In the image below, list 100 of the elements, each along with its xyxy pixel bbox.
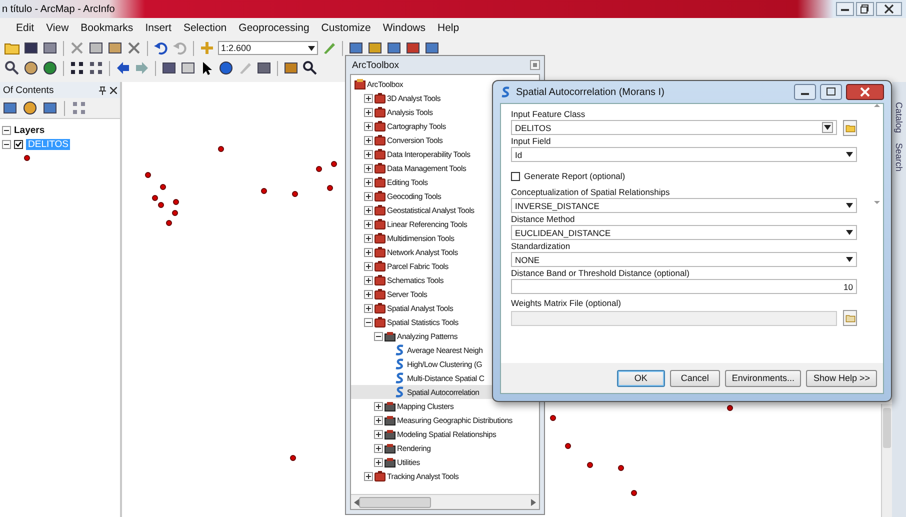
- feature-class-dropdown[interactable]: DELITOS: [511, 120, 837, 135]
- panel-title: Of Contents: [3, 84, 55, 96]
- scrollbar[interactable]: [873, 104, 881, 204]
- map-point: [166, 220, 172, 226]
- toolset-icon: [384, 442, 396, 454]
- map-point: [550, 415, 556, 421]
- menu-item[interactable]: Insert: [139, 20, 178, 36]
- expand-icon[interactable]: [364, 234, 373, 242]
- expand-icon[interactable]: [364, 164, 373, 172]
- find-icon[interactable]: [302, 60, 318, 76]
- script-tool-icon: [394, 372, 406, 384]
- back-icon[interactable]: [115, 60, 131, 76]
- field-label: Distance Band or Threshold Distance (optional): [511, 268, 690, 279]
- expand-icon[interactable]: [374, 444, 383, 452]
- expand-icon[interactable]: [364, 178, 373, 186]
- map-point: [565, 443, 571, 449]
- map-point: [218, 146, 224, 152]
- expand-icon[interactable]: [364, 220, 373, 228]
- restore-icon[interactable]: [856, 2, 874, 16]
- dropdown-icon[interactable]: [846, 203, 853, 208]
- scrollbar[interactable]: [351, 494, 539, 509]
- menu-item[interactable]: View: [40, 20, 75, 36]
- fixed-zoom-icon[interactable]: [88, 60, 104, 76]
- menu-item[interactable]: Help: [432, 20, 466, 36]
- browse-button[interactable]: [843, 120, 857, 136]
- window-title: ArcToolbox: [352, 60, 399, 70]
- minimize-icon[interactable]: [836, 2, 854, 16]
- dialog-button[interactable]: Cancel: [670, 370, 720, 386]
- field-label: Standardization: [511, 241, 572, 252]
- toolset-icon: [384, 428, 396, 440]
- field-label: Input Feature Class: [511, 109, 586, 120]
- expand-icon[interactable]: [364, 150, 373, 158]
- dropdown-field[interactable]: Id: [511, 147, 857, 162]
- close-icon[interactable]: [876, 2, 902, 16]
- dropdown-icon[interactable]: [846, 152, 853, 157]
- expand-icon[interactable]: [364, 94, 373, 102]
- field-label: Conceptualization of Spatial Relationships: [511, 187, 671, 198]
- menu-item[interactable]: Edit: [10, 20, 40, 36]
- expand-icon[interactable]: [364, 262, 373, 270]
- dropdown-icon[interactable]: [846, 257, 853, 262]
- collapse-icon[interactable]: [364, 318, 373, 326]
- dropdown-icon[interactable]: [308, 46, 315, 50]
- script-tool-icon: [500, 86, 512, 98]
- map-point: [292, 191, 298, 197]
- map-point: [331, 161, 337, 167]
- zoom-icon[interactable]: [4, 60, 20, 76]
- expand-icon[interactable]: [364, 192, 373, 200]
- side-tab[interactable]: Search: [894, 143, 904, 172]
- menu-item[interactable]: Bookmarks: [74, 20, 140, 36]
- dialog-button[interactable]: OK: [616, 370, 665, 386]
- dropdown-icon[interactable]: [824, 125, 831, 130]
- close-icon[interactable]: [846, 84, 884, 100]
- menu-item[interactable]: Selection: [177, 20, 233, 36]
- close-icon[interactable]: [110, 86, 117, 94]
- globe-icon[interactable]: [42, 60, 58, 76]
- menu-item[interactable]: Geoprocessing: [232, 20, 316, 36]
- dialog-button[interactable]: Environments...: [724, 370, 802, 386]
- expand-icon[interactable]: [374, 402, 383, 410]
- scroll-right-icon[interactable]: [531, 498, 536, 506]
- expand-icon[interactable]: [364, 108, 373, 116]
- menu-item[interactable]: Windows: [376, 20, 432, 36]
- checkbox[interactable]: [14, 140, 23, 148]
- dropdown-field[interactable]: EUCLIDEAN_DISTANCE: [511, 225, 857, 240]
- dropdown-field[interactable]: NONE: [511, 252, 857, 267]
- layers-label[interactable]: Layers: [14, 124, 45, 136]
- input-field[interactable]: 10: [511, 279, 857, 294]
- collapse-icon[interactable]: [2, 140, 11, 148]
- scrollbar[interactable]: [881, 404, 892, 517]
- field-label: Input Field: [511, 136, 552, 147]
- menu-item[interactable]: Customize: [315, 20, 377, 36]
- side-tab[interactable]: Catalog: [894, 102, 904, 134]
- map-point: [727, 405, 733, 411]
- expand-icon[interactable]: [374, 416, 383, 424]
- collapse-icon[interactable]: [2, 126, 11, 134]
- dialog-button[interactable]: Show Help >>: [806, 370, 877, 386]
- script-tool-icon: [394, 386, 406, 398]
- checkbox[interactable]: [511, 172, 520, 180]
- dropdown-icon[interactable]: [846, 230, 853, 235]
- collapse-icon[interactable]: [374, 332, 383, 340]
- scale-dropdown[interactable]: 1:2.600: [218, 41, 318, 55]
- field-label: Weights Matrix File (optional): [511, 298, 622, 309]
- expand-icon[interactable]: [364, 122, 373, 130]
- undo-icon[interactable]: [153, 40, 169, 56]
- maximize-icon[interactable]: [820, 84, 842, 100]
- script-tool-icon: [394, 358, 406, 370]
- expand-icon[interactable]: [364, 206, 373, 214]
- delete-icon[interactable]: [126, 40, 142, 56]
- fixed-zoom-icon[interactable]: [69, 60, 85, 76]
- expand-icon[interactable]: [364, 248, 373, 256]
- minimize-icon[interactable]: [794, 84, 816, 100]
- expand-icon[interactable]: [364, 304, 373, 312]
- expand-icon[interactable]: [374, 430, 383, 438]
- dropdown-field[interactable]: INVERSE_DISTANCE: [511, 198, 857, 213]
- expand-icon[interactable]: [364, 472, 373, 480]
- expand-icon[interactable]: [364, 136, 373, 144]
- map-point: [145, 172, 151, 178]
- expand-icon[interactable]: [374, 458, 383, 466]
- pin-icon[interactable]: [99, 86, 106, 94]
- expand-icon[interactable]: [364, 290, 373, 298]
- expand-icon[interactable]: [364, 276, 373, 284]
